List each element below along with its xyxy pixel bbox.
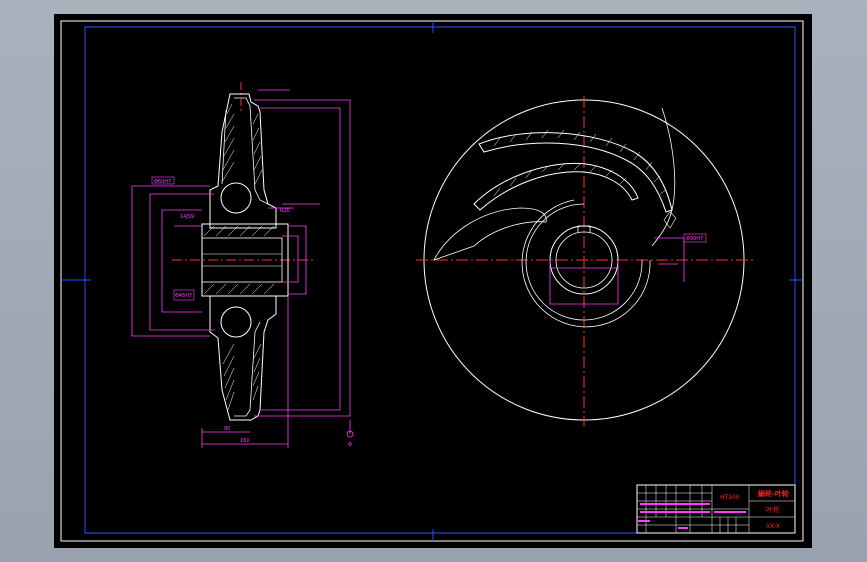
title-block: HT200 蜗轮-叶轮 叶轮 XX-X [636,484,796,534]
title-block-material: HT200 [720,494,740,501]
title-block-drawing-no: XX-X [766,523,780,530]
datum-label: Φ [348,442,352,448]
blade-2 [473,162,639,211]
title-block-scale-note: 叶轮 [766,505,780,514]
lower-shroud [209,295,277,421]
drawing-frame [84,26,796,534]
upper-shroud [209,93,277,229]
front-dimensions [549,237,685,305]
base-length-label: 160 [240,438,250,444]
upper-hatch [221,103,263,185]
hub-bore-label: Φ45H7 [175,293,192,299]
lower-hatch [222,343,262,411]
title-block-part-name: 蜗轮-叶轮 [758,489,789,498]
cad-viewport[interactable]: Φ60H7 Φ45H7 R20 160 80 14JS9 Φ Φ90H7 HT2… [0,0,867,562]
upper-shroud-inner [234,97,269,205]
upper-eye-circle [220,182,252,214]
hub-fit-label: Φ60H7 [154,179,171,185]
section-view: Φ60H7 Φ45H7 R20 160 80 14JS9 Φ [131,82,354,448]
hub-length-label: 80 [224,426,230,432]
drawing-sheet: Φ60H7 Φ45H7 R20 160 80 14JS9 Φ Φ90H7 HT2… [54,14,812,548]
sheet-border [60,20,804,542]
lower-eye-circle [220,306,252,338]
impeller-drawing: Φ60H7 Φ45H7 R20 160 80 14JS9 Φ Φ90H7 HT2… [60,20,804,542]
outer-fit-label: Φ90H7 [686,236,703,242]
eye-curve-2 [521,199,651,328]
front-view: Φ90H7 [416,96,756,426]
section-dimensions [131,89,351,448]
flank-label: R20 [280,208,290,214]
blade-1 [478,132,673,213]
blade-3 [433,207,547,261]
keyway-label: 14JS9 [180,214,194,220]
